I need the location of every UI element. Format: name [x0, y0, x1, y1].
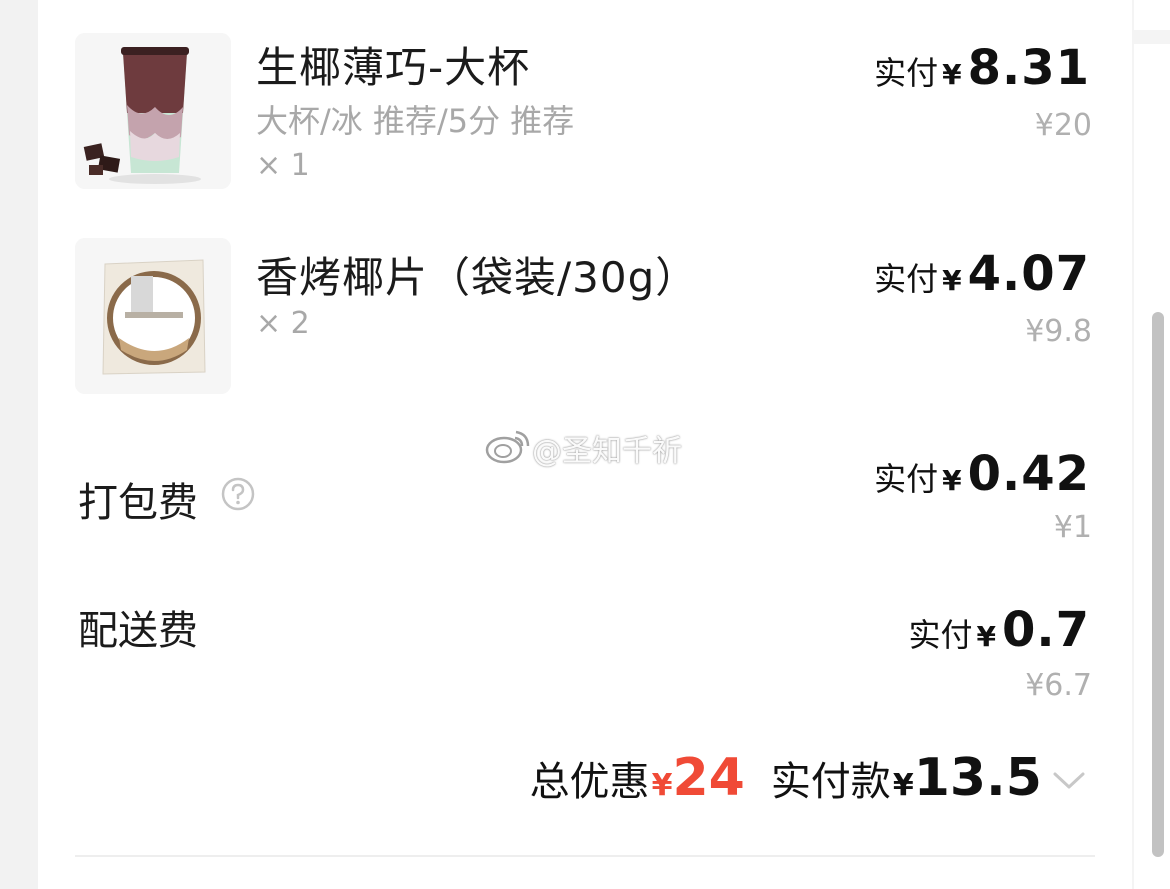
chevron-down-icon[interactable]: [1052, 770, 1086, 792]
paid-amount: 8.31: [967, 40, 1090, 96]
question-circle-icon[interactable]: [220, 476, 256, 512]
product-quantity: × 1: [256, 148, 310, 183]
product-name: 生椰薄巧-大杯: [256, 43, 531, 92]
item-paid-price: 实付 ¥8.31: [874, 40, 1090, 96]
currency-symbol: ¥: [942, 264, 962, 297]
total-discount-label: 总优惠: [529, 759, 650, 805]
total-discount-amount: 24: [672, 748, 745, 808]
original-price: ¥20: [1034, 108, 1092, 143]
product-quantity: × 2: [256, 306, 310, 341]
paid-amount: 0.7: [1001, 602, 1090, 658]
section-divider: [75, 855, 1095, 857]
paid-label: 实付: [908, 616, 973, 654]
delivery-fee-label: 配送费: [78, 608, 198, 654]
delivery-fee-paid: 实付 ¥0.7: [908, 602, 1090, 658]
currency-symbol: ¥: [942, 58, 962, 91]
discount-currency: ¥: [651, 768, 673, 803]
product-image-coconut-latte[interactable]: [75, 33, 231, 189]
weibo-logo-icon: [485, 430, 530, 464]
paid-label: 实付: [874, 260, 939, 298]
scrollbar[interactable]: [1152, 312, 1164, 857]
total-paid-label: 实付款: [770, 759, 891, 805]
currency-symbol: ¥: [976, 620, 996, 653]
packing-fee-original: ¥1: [1053, 510, 1092, 545]
currency-symbol: ¥: [942, 464, 962, 497]
item-paid-price: 实付 ¥4.07: [874, 246, 1090, 302]
watermark-text: @圣知千祈: [532, 434, 682, 469]
packing-fee-paid: 实付 ¥0.42: [874, 446, 1090, 502]
paid-label: 实付: [874, 54, 939, 92]
total-paid-amount: 13.5: [913, 748, 1042, 808]
paid-amount: 0.42: [967, 446, 1090, 502]
order-summary[interactable]: 总优惠 ¥ 24 实付款 ¥ 13.5: [530, 748, 1042, 808]
packing-fee-label: 打包费: [78, 480, 198, 526]
gutter-panel-top: [1134, 0, 1170, 30]
product-image-coconut-chips[interactable]: [75, 238, 231, 394]
paid-amount: 4.07: [967, 246, 1090, 302]
product-name: 香烤椰片（袋装/30g）: [256, 253, 699, 302]
paid-label: 实付: [874, 460, 939, 498]
total-currency: ¥: [892, 768, 914, 803]
product-spec: 大杯/冰 推荐/5分 推荐: [256, 102, 575, 140]
original-price: ¥9.8: [1025, 314, 1092, 349]
delivery-fee-original: ¥6.7: [1025, 668, 1092, 703]
